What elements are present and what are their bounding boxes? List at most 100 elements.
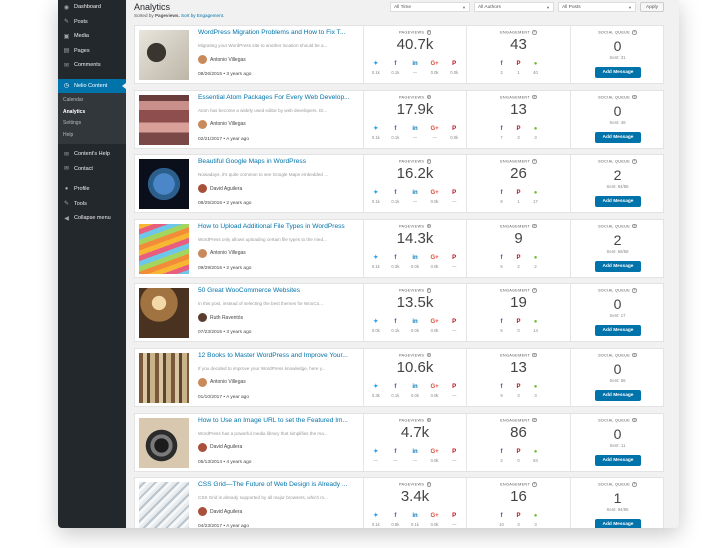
post-thumbnail[interactable] (139, 482, 189, 528)
sidebar-item[interactable]: ▣ Media (58, 29, 126, 44)
engagement-header: ENGAGEMENT ? (467, 482, 570, 487)
admin-sidebar: ◉ Dashboard ✎ Posts ▣ Media ▤ Pages ✉ Comments ◷ Ne… (58, 0, 126, 528)
submenu-item[interactable]: Help (58, 130, 126, 142)
add-message-button[interactable]: Add Message (595, 454, 641, 466)
pageview-social-stat: in — (406, 125, 424, 140)
post-title-link[interactable]: How to Upload Additional File Types in W… (198, 223, 363, 230)
engagement-column: ENGAGEMENT ? 13 f 7 P 3 ● 3 (466, 90, 570, 148)
pageview-social-value: 0.0k (450, 134, 459, 140)
author-filter-select[interactable]: All Authors ▼ (474, 2, 554, 12)
engagement-social-value: 8 (500, 199, 503, 205)
sidebar-item[interactable]: ▤ Pages (58, 44, 126, 59)
sidebar-item[interactable]: ✉ Content's Help (58, 147, 126, 162)
sorted-value: Pageviews. (154, 13, 180, 18)
engagement-social-stat: P 0 (510, 448, 527, 463)
sidebar-item[interactable]: ✉ Comments (58, 58, 126, 73)
post-thumbnail[interactable] (139, 288, 189, 339)
help-icon[interactable]: ? (426, 482, 432, 487)
post-title-link[interactable]: Beautiful Google Maps in WordPress (198, 158, 363, 165)
help-icon[interactable]: ? (632, 288, 637, 293)
author-name: David Aguilera (210, 508, 243, 515)
help-icon[interactable]: ? (426, 159, 432, 164)
pageview-social-value: 0.1k (391, 70, 400, 75)
sidebar-item[interactable]: ✉ Contact (58, 162, 126, 177)
help-icon[interactable]: ? (532, 482, 537, 487)
add-message-button[interactable]: Add Message (595, 67, 641, 78)
pageviews-value: 10.6k (396, 358, 434, 376)
help-icon[interactable]: ? (532, 288, 537, 293)
post-title-link[interactable]: 50 Great WooCommerce Websites (198, 287, 363, 294)
post-thumbnail[interactable] (139, 159, 189, 210)
help-icon[interactable]: ? (632, 94, 637, 100)
sidebar-item[interactable]: ● Profile (58, 182, 126, 197)
post-title-link[interactable]: Essential Atom Packages For Every Web De… (198, 94, 363, 101)
social-queue-column: SOCIAL QUEUE ? 0 Sent: 48 Add Message (570, 90, 664, 148)
facebook-icon: f (500, 319, 503, 326)
post-thumbnail[interactable] (139, 94, 189, 145)
sidebar-item-label: Pages (74, 47, 90, 54)
help-icon[interactable]: ? (426, 94, 432, 100)
engagement-social-stat: P 3 (510, 383, 527, 398)
help-icon[interactable]: ? (426, 30, 432, 35)
submenu-item[interactable]: Analytics (58, 107, 126, 119)
sidebar-item[interactable]: ✎ Tools (58, 197, 126, 212)
sidebar-item-label: Dashboard (74, 4, 101, 11)
submenu-item[interactable]: Calendar (58, 95, 126, 107)
add-message-button[interactable]: Add Message (595, 389, 641, 401)
help-icon[interactable]: ? (632, 159, 637, 164)
help-icon[interactable]: ? (426, 223, 432, 229)
google-plus-icon: G+ (430, 513, 439, 520)
help-icon[interactable]: ? (632, 352, 637, 358)
sort-by-engagement-link[interactable]: Sort by Engagement. (181, 13, 224, 18)
sidebar-item[interactable]: ◀ Collapse menu (58, 211, 126, 226)
help-icon[interactable]: ? (632, 417, 637, 423)
post-thumbnail[interactable] (139, 352, 189, 403)
post-date: 09/29/2016 • 2 years ago (198, 265, 252, 271)
help-icon[interactable]: ? (632, 30, 637, 35)
post-thumbnail[interactable] (139, 417, 189, 468)
post-title-link[interactable]: How to Use an Image URL to set the Featu… (198, 417, 363, 424)
help-icon[interactable]: ? (632, 223, 637, 229)
sidebar-item[interactable]: ◷ Nelio Content (58, 78, 126, 93)
add-message-button[interactable]: Add Message (595, 260, 641, 272)
pageviews-social-breakdown: ✦ 0.3k f 0.1k in 0.0k G+ 0.0k P — (364, 383, 466, 398)
post-title-link[interactable]: CSS Grid—The Future of Web Design is Alr… (198, 481, 363, 488)
sidebar-item[interactable]: ◉ Dashboard (58, 0, 126, 15)
google-plus-icon: G+ (430, 448, 439, 455)
pageview-social-value: 0.0k (411, 328, 419, 334)
help-icon[interactable]: ? (532, 94, 537, 100)
avatar (198, 184, 207, 194)
contact-icon: ✉ (63, 166, 70, 173)
engagement-social-value: 14 (533, 328, 538, 334)
apply-button[interactable]: Apply (640, 2, 664, 12)
post-filter-select[interactable]: All Posts ▼ (558, 2, 636, 12)
help-icon[interactable]: ? (426, 352, 432, 358)
help-icon[interactable]: ? (532, 223, 537, 229)
engagement-social-breakdown: f 8 P 1 ● 17 (491, 189, 546, 204)
engagement-column: ENGAGEMENT ? 9 f 5 P 2 ● 2 (466, 219, 570, 277)
add-message-button[interactable]: Add Message (595, 131, 641, 143)
add-message-button[interactable]: Add Message (595, 196, 641, 208)
help-icon[interactable]: ? (632, 482, 637, 487)
post-title-link[interactable]: 12 Books to Master WordPress and Improve… (198, 352, 363, 359)
post-thumbnail[interactable] (139, 30, 189, 80)
add-message-button[interactable]: Add Message (595, 325, 641, 337)
post-thumbnail[interactable] (139, 223, 189, 274)
social-queue-column: SOCIAL QUEUE ? 2 Sent: 84/86 Add Message (570, 155, 664, 213)
queue-count: 0 (613, 296, 622, 313)
facebook-icon: f (500, 125, 503, 132)
help-icon[interactable]: ? (532, 159, 537, 164)
help-icon[interactable]: ? (426, 288, 432, 293)
help-icon[interactable]: ? (532, 417, 537, 423)
time-filter-select[interactable]: All Time ▼ (390, 2, 470, 12)
submenu-item[interactable]: Settings (58, 118, 126, 130)
add-message-button[interactable]: Add Message (595, 519, 641, 528)
help-icon[interactable]: ? (532, 30, 537, 35)
engagement-value: 26 (510, 165, 527, 183)
sidebar-item[interactable]: ✎ Posts (58, 15, 126, 30)
pinterest-icon: P (452, 61, 457, 67)
help-icon[interactable]: ? (426, 417, 432, 423)
post-title-link[interactable]: WordPress Migration Problems and How to … (198, 29, 363, 36)
help-icon[interactable]: ? (532, 352, 537, 358)
pinterest-icon: P (516, 61, 521, 67)
